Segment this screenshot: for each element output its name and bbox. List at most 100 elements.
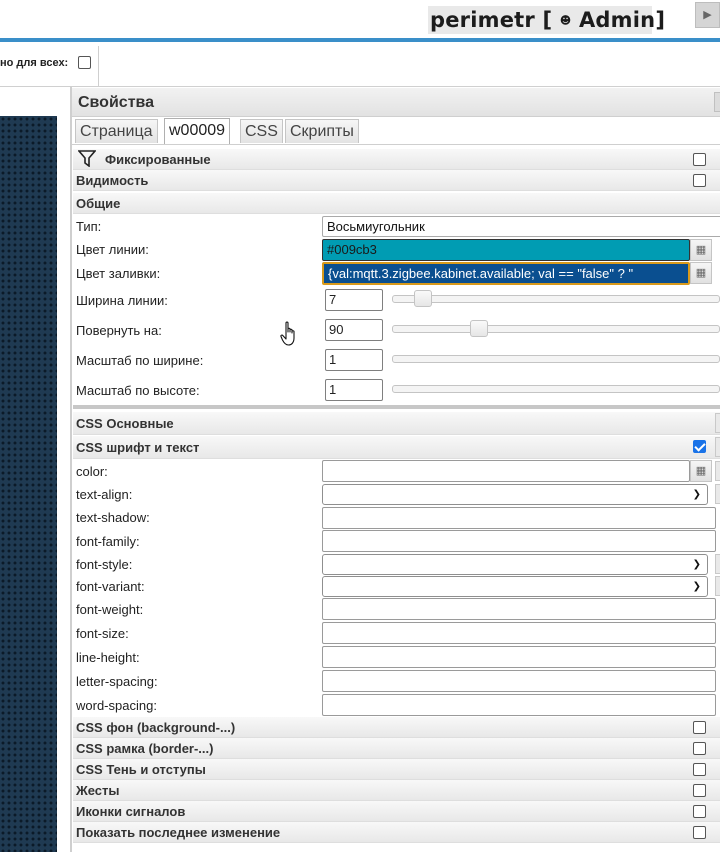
editor-canvas-header bbox=[0, 88, 70, 117]
section-css-background-label: CSS фон (background-...) bbox=[76, 720, 236, 735]
css-font-variant-side-button[interactable] bbox=[715, 576, 720, 596]
section-css-shadow-checkbox[interactable] bbox=[693, 763, 706, 776]
section-css-font-label: CSS шрифт и текст bbox=[76, 440, 200, 455]
section-gestures-label: Жесты bbox=[76, 783, 120, 798]
type-select[interactable]: Восьмиугольник bbox=[322, 216, 720, 237]
app-title-user: Admin bbox=[578, 8, 656, 32]
css-color-side-button[interactable] bbox=[715, 461, 720, 481]
section-last-change-checkbox[interactable] bbox=[693, 826, 706, 839]
chevron-down-icon: ❯ bbox=[692, 581, 701, 592]
css-word-spacing-input[interactable] bbox=[322, 694, 716, 716]
scale-width-label: Масштаб по ширине: bbox=[76, 353, 204, 368]
section-css-main-toggle[interactable] bbox=[715, 413, 720, 433]
section-divider bbox=[73, 405, 720, 409]
section-css-font-checkbox[interactable] bbox=[693, 440, 706, 453]
css-font-weight-label: font-weight: bbox=[76, 602, 144, 617]
toolbar bbox=[0, 42, 720, 87]
toolbar-divider bbox=[98, 46, 99, 86]
line-width-slider[interactable] bbox=[392, 295, 720, 303]
section-common[interactable] bbox=[73, 193, 720, 214]
tab-page[interactable]: Страница bbox=[75, 119, 158, 143]
section-gestures[interactable] bbox=[73, 780, 720, 801]
css-text-shadow-label: text-shadow: bbox=[76, 510, 150, 525]
tab-css[interactable]: CSS bbox=[240, 119, 283, 143]
rotate-slider[interactable] bbox=[392, 325, 720, 333]
fill-color-picker-button[interactable]: ▦ bbox=[690, 262, 712, 284]
section-visibility[interactable] bbox=[73, 170, 720, 191]
app-title: perimetr [ ☻ Admin] bbox=[430, 8, 665, 32]
fill-color-label: Цвет заливки: bbox=[76, 266, 161, 281]
canvas-gutter bbox=[57, 116, 70, 852]
rotate-slider-handle[interactable] bbox=[469, 320, 488, 337]
app-title-open-bracket: [ bbox=[542, 8, 553, 32]
visible-for-all-label: но для всех: bbox=[0, 57, 69, 69]
section-css-border-label: CSS рамка (border-...) bbox=[76, 741, 214, 756]
section-last-change-label: Показать последнее изменение bbox=[76, 825, 281, 840]
section-fixed-label: Фиксированные bbox=[105, 152, 211, 167]
line-color-input[interactable]: #009cb3 bbox=[322, 239, 690, 261]
chevron-down-icon: ❯ bbox=[692, 559, 701, 570]
scale-width-slider[interactable] bbox=[392, 355, 720, 363]
line-width-input[interactable]: 7 bbox=[325, 289, 383, 311]
css-color-input[interactable] bbox=[322, 460, 690, 482]
css-letter-spacing-input[interactable] bbox=[322, 670, 716, 692]
css-text-shadow-input[interactable] bbox=[322, 507, 716, 529]
css-text-align-label: text-align: bbox=[76, 487, 133, 502]
css-color-picker-button[interactable]: ▦ bbox=[690, 460, 712, 482]
css-font-family-label: font-family: bbox=[76, 534, 140, 549]
css-font-variant-select[interactable]: ❯ bbox=[322, 576, 708, 597]
css-font-variant-label: font-variant: bbox=[76, 579, 145, 594]
css-font-size-input[interactable] bbox=[322, 622, 716, 644]
section-visibility-checkbox[interactable] bbox=[693, 174, 706, 187]
editor-canvas[interactable] bbox=[0, 116, 57, 852]
section-common-label: Общие bbox=[76, 196, 121, 211]
tab-widget[interactable]: w00009 bbox=[164, 118, 231, 144]
panel-collapse-button[interactable] bbox=[714, 92, 720, 112]
css-color-label: color: bbox=[76, 464, 108, 479]
section-signal-icons-checkbox[interactable] bbox=[693, 805, 706, 818]
app-title-close-bracket: ] bbox=[655, 8, 666, 32]
scale-height-slider[interactable] bbox=[392, 385, 720, 393]
properties-panel-header bbox=[72, 88, 720, 117]
section-css-main-label: CSS Основные bbox=[76, 416, 174, 431]
css-word-spacing-label: word-spacing: bbox=[76, 698, 157, 713]
app-title-name: perimetr bbox=[430, 8, 535, 32]
line-color-label: Цвет линии: bbox=[76, 242, 149, 257]
properties-panel-title: Свойства bbox=[78, 94, 155, 111]
scale-height-input[interactable]: 1 bbox=[325, 379, 383, 401]
line-color-picker-button[interactable]: ▦ bbox=[690, 239, 712, 261]
section-css-background-checkbox[interactable] bbox=[693, 721, 706, 734]
section-gestures-checkbox[interactable] bbox=[693, 784, 706, 797]
color-picker-icon: ▦ bbox=[695, 465, 707, 477]
section-css-shadow-label: CSS Тень и отступы bbox=[76, 762, 206, 777]
css-text-align-side-button[interactable] bbox=[715, 484, 720, 504]
tab-strip-line bbox=[72, 144, 720, 145]
css-font-style-label: font-style: bbox=[76, 557, 133, 572]
css-text-align-select[interactable]: ❯ bbox=[322, 484, 708, 505]
section-css-font-toggle[interactable] bbox=[715, 437, 720, 457]
rotate-label: Повернуть на: bbox=[76, 323, 162, 338]
line-width-label: Ширина линии: bbox=[76, 293, 168, 308]
user-icon: ☻ bbox=[559, 14, 572, 27]
type-label: Тип: bbox=[76, 219, 102, 234]
chevron-down-icon: ❯ bbox=[692, 489, 701, 500]
css-font-style-select[interactable]: ❯ bbox=[322, 554, 708, 575]
css-line-height-input[interactable] bbox=[322, 646, 716, 668]
line-width-slider-handle[interactable] bbox=[413, 290, 432, 307]
css-font-weight-input[interactable] bbox=[322, 598, 716, 620]
section-css-border-checkbox[interactable] bbox=[693, 742, 706, 755]
filter-icon[interactable] bbox=[77, 150, 97, 170]
play-icon: ▶ bbox=[703, 9, 712, 21]
hand-cursor-icon bbox=[280, 321, 300, 350]
section-fixed-checkbox[interactable] bbox=[693, 153, 706, 166]
rotate-input[interactable]: 90 bbox=[325, 319, 383, 341]
play-button[interactable]: ▶ bbox=[695, 2, 720, 28]
fill-color-input[interactable]: {val:mqtt.3.zigbee.kabinet.available; va… bbox=[322, 262, 690, 285]
scale-width-input[interactable]: 1 bbox=[325, 349, 383, 371]
css-font-family-input[interactable] bbox=[322, 530, 716, 552]
css-font-style-side-button[interactable] bbox=[715, 554, 720, 574]
tab-scripts[interactable]: Скрипты bbox=[285, 119, 359, 143]
scale-height-label: Масштаб по высоте: bbox=[76, 383, 200, 398]
color-picker-icon: ▦ bbox=[695, 244, 707, 256]
visible-for-all-checkbox[interactable] bbox=[78, 56, 91, 69]
